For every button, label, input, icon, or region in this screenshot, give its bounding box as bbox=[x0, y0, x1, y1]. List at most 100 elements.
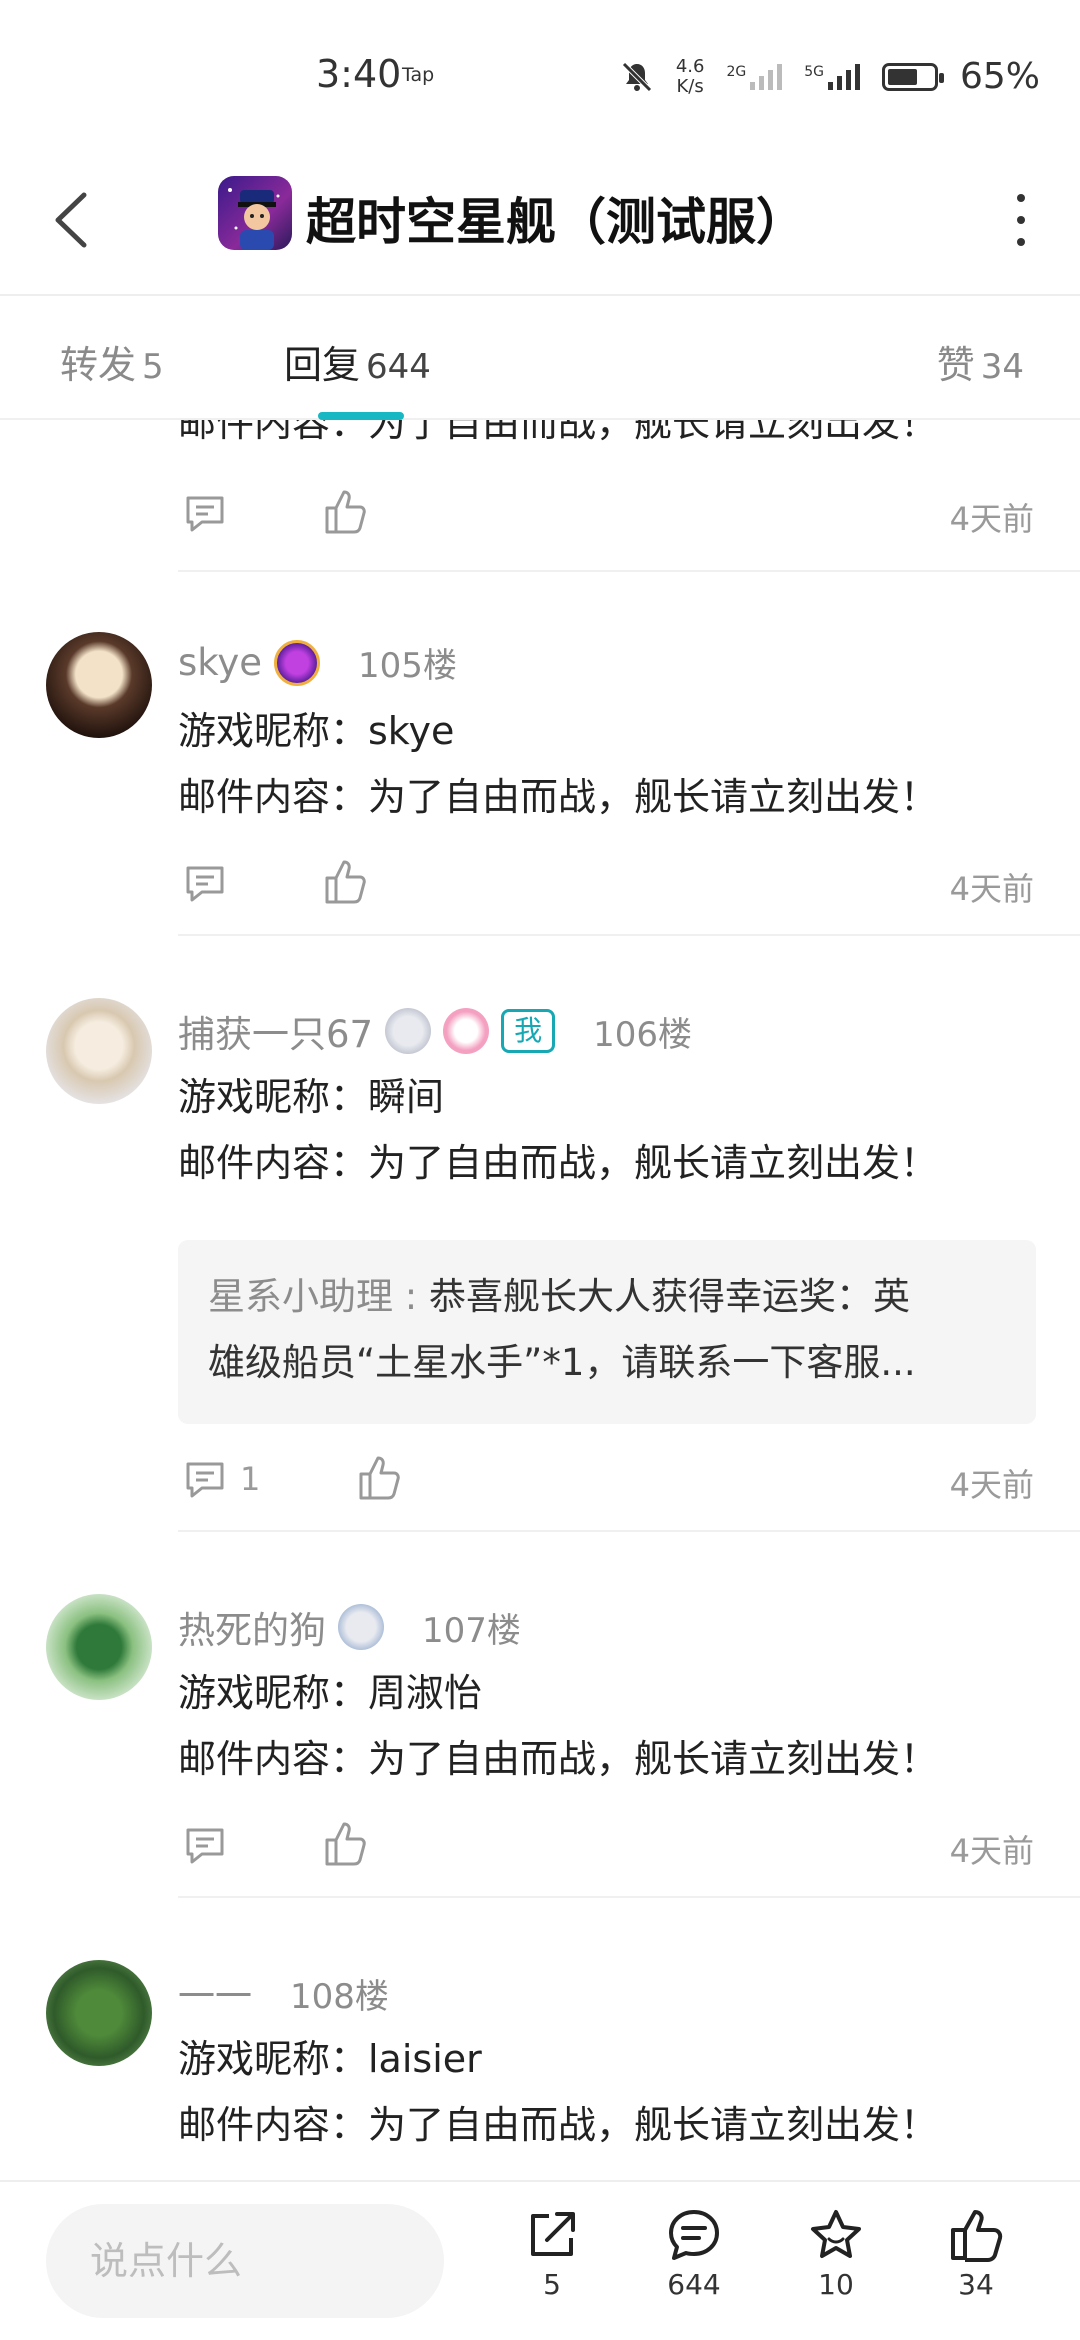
comment-bubble-icon bbox=[669, 2210, 719, 2260]
more-dot-icon bbox=[1017, 216, 1025, 224]
sub-reply-text: 恭喜舰长大人获得幸运奖：英 bbox=[429, 1275, 910, 1318]
avatar[interactable] bbox=[46, 632, 152, 738]
level-badge-icon bbox=[385, 1008, 432, 1054]
reply-nickname-line: 游戏昵称：skye bbox=[178, 709, 455, 753]
reply-mail-line: 邮件内容：为了自由而战，舰长请立刻出发！ bbox=[178, 775, 939, 819]
me-badge: 我 bbox=[501, 1009, 556, 1053]
reply-time: 4天前 bbox=[949, 500, 1034, 538]
sub-reply-line-2: 雄级船员“土星水手”*1，请联系一下客服... bbox=[208, 1341, 916, 1384]
reply-floor: 106楼 bbox=[593, 1014, 693, 1055]
status-tap-label: Tap bbox=[402, 64, 435, 86]
app-logo[interactable] bbox=[218, 176, 292, 250]
reply-like-button[interactable] bbox=[322, 488, 368, 536]
reply-comment-button[interactable] bbox=[182, 1822, 228, 1868]
tab-repost[interactable]: 转发 5 bbox=[60, 334, 164, 389]
battery-icon bbox=[881, 62, 944, 91]
reply-comment-count: 1 bbox=[240, 1460, 261, 1498]
net-speed-value: 4.6 bbox=[675, 55, 705, 77]
sim1-signal-icon: 2G bbox=[726, 63, 783, 90]
reply-mail-line: 邮件内容：为了自由而战，舰长请立刻出发！ bbox=[178, 1737, 939, 1781]
tab-likes-count: 34 bbox=[980, 347, 1024, 387]
chevron-left-icon bbox=[55, 192, 87, 248]
tab-likes[interactable]: 赞 34 bbox=[937, 334, 1024, 389]
reply-username[interactable]: 一一 bbox=[178, 1966, 252, 2020]
more-dot-icon bbox=[1017, 194, 1025, 202]
reply-header: skye 105楼 bbox=[178, 638, 457, 687]
status-bar: 3:40 Tap 4.6 K/s 2G 5G 65% bbox=[0, 0, 1080, 150]
reply-time: 4天前 bbox=[949, 870, 1034, 908]
battery-percent: 65% bbox=[959, 56, 1040, 97]
status-time: 3:40 bbox=[316, 52, 402, 96]
creator-badge-icon bbox=[443, 1008, 490, 1054]
thumbs-up-icon bbox=[951, 2210, 1003, 2262]
reply-nickname-line: 游戏昵称：laisier bbox=[178, 2037, 482, 2081]
comment-icon bbox=[186, 1828, 224, 1864]
comment-button[interactable]: 644 bbox=[644, 2206, 744, 2301]
sim2-label: 5G bbox=[804, 63, 824, 80]
reply-floor: 105楼 bbox=[358, 646, 457, 686]
status-icons: 4.6 K/s 2G 5G 65% bbox=[620, 56, 1040, 97]
reply-mail-line: 邮件内容：为了自由而战，舰长请立刻出发！ bbox=[178, 420, 939, 445]
star-icon bbox=[811, 2210, 861, 2258]
sub-reply-line-1: 星系小助理 : 恭喜舰长大人获得幸运奖：英 bbox=[208, 1264, 1006, 1330]
reply-time: 4天前 bbox=[949, 1832, 1034, 1870]
divider bbox=[178, 934, 1080, 936]
tab-replies[interactable]: 回复 644 bbox=[284, 334, 431, 389]
comment-count: 644 bbox=[667, 2268, 721, 2301]
sim1-label: 2G bbox=[726, 63, 747, 80]
divider bbox=[178, 1530, 1080, 1532]
thumbs-up-icon bbox=[325, 860, 366, 904]
comment-icon bbox=[186, 866, 224, 902]
thumbs-up-icon bbox=[325, 490, 366, 534]
reply-username[interactable]: 热死的狗 bbox=[178, 1600, 326, 1654]
sim2-signal-icon: 5G bbox=[804, 63, 860, 90]
reply-comment-button[interactable] bbox=[182, 860, 228, 906]
reply-mail-line: 邮件内容：为了自由而战，舰长请立刻出发！ bbox=[178, 2103, 939, 2147]
reply-header: 热死的狗 107楼 bbox=[178, 1600, 521, 1654]
member-badge-icon bbox=[274, 639, 321, 686]
more-dot-icon bbox=[1017, 238, 1025, 246]
comment-input[interactable]: 说点什么 bbox=[46, 2204, 444, 2318]
active-tab-indicator bbox=[318, 412, 404, 420]
share-button[interactable]: 5 bbox=[502, 2206, 602, 2301]
tab-likes-label: 赞 bbox=[936, 343, 975, 387]
page-title: 超时空星舰（测试服） bbox=[306, 193, 806, 251]
reply-comment-button[interactable] bbox=[182, 490, 228, 536]
like-button[interactable]: 34 bbox=[926, 2206, 1026, 2301]
tab-bar: 转发 5 回复 644 赞 34 bbox=[0, 296, 1080, 420]
bottom-action-bar: 说点什么 5 644 10 34 bbox=[0, 2180, 1080, 2340]
reply-floor: 107楼 bbox=[422, 1610, 521, 1651]
level-badge-icon bbox=[338, 1604, 384, 1650]
reply-username[interactable]: skye bbox=[178, 641, 262, 684]
reply-username[interactable]: 捕获一只67 bbox=[178, 1004, 373, 1058]
avatar[interactable] bbox=[46, 1960, 152, 2066]
reply-like-button[interactable] bbox=[322, 858, 368, 906]
top-header: 超时空星舰（测试服） bbox=[0, 150, 1080, 296]
thumbs-up-icon bbox=[359, 1456, 400, 1500]
reply-comment-button[interactable]: 1 bbox=[182, 1456, 260, 1502]
share-icon bbox=[531, 2212, 575, 2256]
reply-floor: 108楼 bbox=[290, 1976, 389, 2017]
reply-like-button[interactable] bbox=[322, 1820, 368, 1868]
tab-replies-count: 644 bbox=[366, 347, 431, 387]
like-count: 34 bbox=[958, 2268, 994, 2301]
app-logo-icon bbox=[228, 188, 280, 250]
reply-list[interactable]: 邮件内容：为了自由而战，舰长请立刻出发！ 4天前 skye 105楼 游戏昵称：… bbox=[0, 420, 1080, 2182]
comment-icon bbox=[186, 496, 224, 532]
thumbs-up-icon bbox=[325, 1822, 366, 1866]
back-button[interactable] bbox=[44, 185, 104, 255]
divider bbox=[178, 570, 1080, 572]
more-options-button[interactable] bbox=[1006, 194, 1036, 246]
reply-nickname-line: 游戏昵称：周淑怡 bbox=[178, 1671, 483, 1715]
tab-repost-count: 5 bbox=[142, 347, 164, 387]
divider bbox=[178, 1896, 1080, 1898]
favorite-button[interactable]: 10 bbox=[786, 2206, 886, 2301]
avatar[interactable] bbox=[46, 1594, 152, 1700]
sub-reply-card[interactable]: 星系小助理 : 恭喜舰长大人获得幸运奖：英 雄级船员“土星水手”*1，请联系一下… bbox=[178, 1240, 1036, 1424]
reply-header: 一一 108楼 bbox=[178, 1966, 389, 2020]
comment-icon bbox=[186, 1462, 224, 1498]
reply-like-button[interactable] bbox=[356, 1454, 402, 1502]
avatar[interactable] bbox=[46, 998, 152, 1104]
sub-reply-author[interactable]: 星系小助理 : bbox=[208, 1275, 429, 1318]
net-speed: 4.6 K/s bbox=[675, 55, 705, 97]
